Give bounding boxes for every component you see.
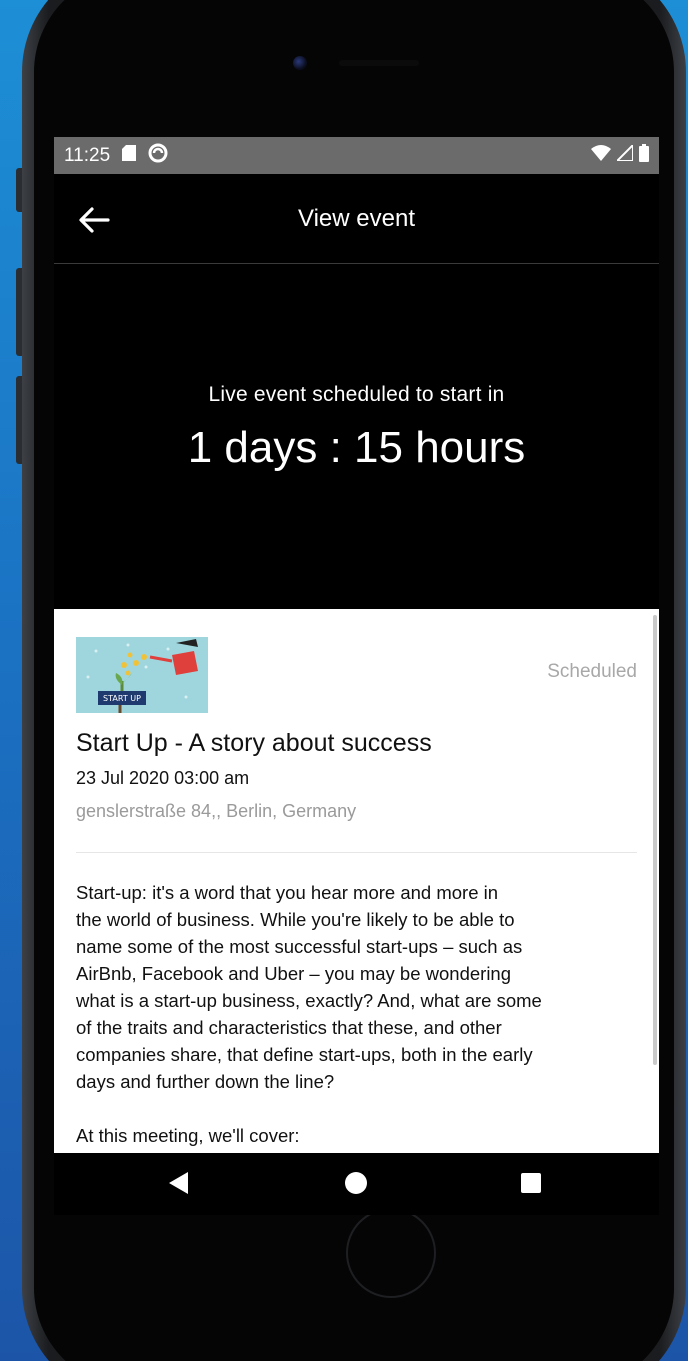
nav-back-icon[interactable] xyxy=(169,1172,188,1194)
system-navigation-bar xyxy=(54,1153,659,1215)
status-bar: 11:25 xyxy=(54,137,659,174)
description-line: companies share, that define start-ups, … xyxy=(76,1044,533,1065)
front-camera-icon xyxy=(293,56,307,70)
description-line: name some of the most successful start-u… xyxy=(76,936,523,957)
event-card[interactable]: START UP Scheduled Start Up - A story ab… xyxy=(54,609,659,1153)
description-line: what is a start-up business, exactly? An… xyxy=(76,990,542,1011)
event-description: Start-up: it's a word that you hear more… xyxy=(76,879,637,1149)
event-datetime: 23 Jul 2020 03:00 am xyxy=(76,768,250,788)
nav-home-icon[interactable] xyxy=(345,1172,367,1194)
description-line: days and further down the line? xyxy=(76,1071,335,1092)
signal-icon xyxy=(614,142,634,167)
sd-card-icon xyxy=(122,144,137,167)
speaker-grille xyxy=(339,60,419,66)
sync-icon xyxy=(148,143,168,169)
wifi-icon xyxy=(591,144,611,167)
page-title: View event xyxy=(298,204,415,232)
app-header: View event xyxy=(54,174,659,264)
event-title: Start Up - A story about success xyxy=(76,729,432,757)
event-thumbnail: START UP xyxy=(76,637,208,713)
countdown-label: Live event scheduled to start in xyxy=(208,383,505,406)
description-paragraph-2: At this meeting, we'll cover: xyxy=(76,1125,300,1146)
hardware-home-button[interactable] xyxy=(346,1208,436,1298)
countdown-section: Live event scheduled to start in 1 days … xyxy=(54,264,659,607)
description-line: of the traits and characteristics that t… xyxy=(76,1017,502,1038)
description-line: the world of business. While you're like… xyxy=(76,909,515,930)
app-screen: 11:25 View event Live event scheduled to… xyxy=(54,137,659,1215)
divider xyxy=(76,852,637,853)
svg-text:START UP: START UP xyxy=(103,694,141,703)
event-status-badge: Scheduled xyxy=(547,661,637,682)
scrollbar[interactable] xyxy=(653,615,657,1065)
back-button[interactable] xyxy=(76,202,112,238)
description-line: Start-up: it's a word that you hear more… xyxy=(76,882,499,903)
nav-recents-icon[interactable] xyxy=(521,1173,541,1193)
description-line: AirBnb, Facebook and Uber – you may be w… xyxy=(76,963,512,984)
status-time: 11:25 xyxy=(64,144,111,166)
countdown-value: 1 days : 15 hours xyxy=(187,423,526,472)
battery-icon xyxy=(639,143,649,168)
event-location: genslerstraße 84,, Berlin, Germany xyxy=(76,801,357,821)
arrow-left-icon xyxy=(79,207,110,233)
